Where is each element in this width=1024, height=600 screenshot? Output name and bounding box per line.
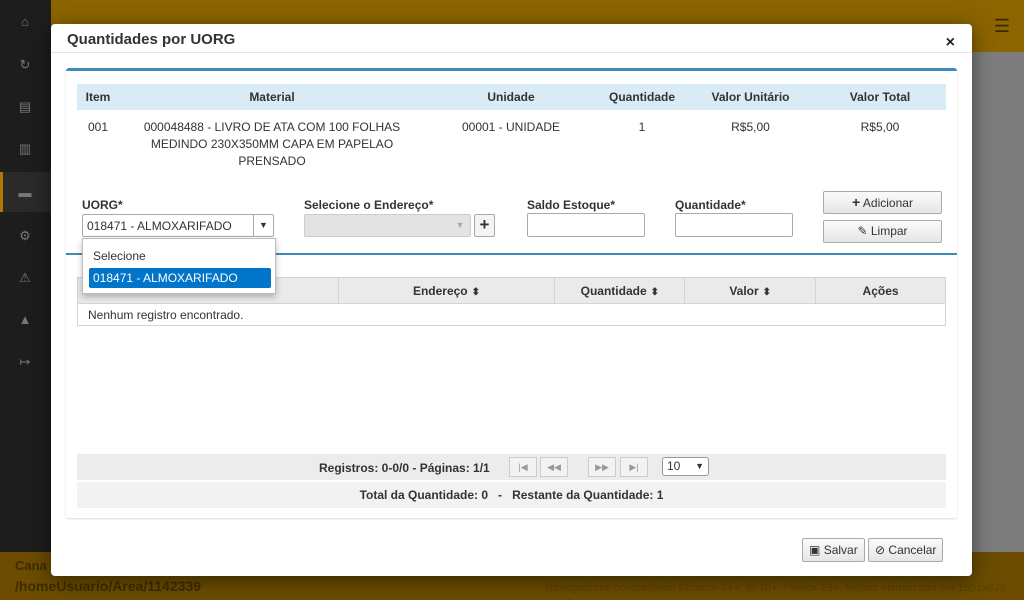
graduation-icon[interactable]: ▲ xyxy=(17,312,33,328)
app-sidebar: ⌂ ↻ ▤ ▥ ▬ ⚙ ⚠ ▲ ↦ xyxy=(0,0,51,600)
footer-title: Cana xyxy=(15,558,47,573)
grid-header-quantidade-label: Quantidade xyxy=(580,283,647,298)
refresh-icon[interactable]: ↻ xyxy=(17,57,33,73)
cell-quantidade: 1 xyxy=(638,120,646,134)
cell-valor-total: R$5,00 xyxy=(860,120,900,134)
eraser-icon: ✎ xyxy=(857,224,868,238)
uorg-select[interactable]: 018471 - ALMOXARIFADO ▼ xyxy=(82,214,274,237)
restante-quantidade: Restante da Quantidade: 1 xyxy=(512,488,664,502)
footer-compat-text: Navegadores compatíveis: Chrome 34+, IE … xyxy=(545,582,1006,594)
col-header-unidade: Unidade xyxy=(425,84,597,110)
last-page-icon[interactable]: ▶| xyxy=(620,457,648,477)
adicionar-button[interactable]: + Adicionar xyxy=(823,191,942,214)
modal-title: Quantidades por UORG xyxy=(67,31,236,48)
first-page-icon[interactable]: |◀ xyxy=(509,457,537,477)
modal-header: Quantidades por UORG × xyxy=(51,24,972,53)
uorg-label: UORG* xyxy=(82,198,123,212)
col-header-item: Item xyxy=(77,84,119,110)
sort-icon[interactable]: ⬍ xyxy=(763,287,771,298)
paginator: Registros: 0-0/0 - Páginas: 1/1 |◀ ◀◀ ▶▶… xyxy=(77,454,946,480)
limpar-button[interactable]: ✎ Limpar xyxy=(823,220,942,243)
endereco-select[interactable]: ▼ xyxy=(304,214,471,237)
quantidade-label: Quantidade* xyxy=(675,198,746,212)
grid-header-endereco-label: Endereço xyxy=(412,283,468,298)
grid-header-endereco[interactable]: Endereço ⬍ xyxy=(337,277,556,304)
items-table: Item Material Unidade Quantidade Valor U… xyxy=(77,84,946,170)
salvar-label: Salvar xyxy=(823,543,858,557)
chevron-down-icon: ▼ xyxy=(455,220,465,230)
totals-separator: - xyxy=(498,488,503,502)
save-icon: ▣ xyxy=(809,543,821,557)
grid-header-acoes: Ações xyxy=(815,277,946,304)
grid-header-valor[interactable]: Valor ⬍ xyxy=(684,277,817,304)
adicionar-label: Adicionar xyxy=(862,196,913,210)
warning-icon[interactable]: ⚠ xyxy=(17,270,33,286)
col-header-valor-unitario: Valor Unitário xyxy=(687,84,814,110)
uorg-dropdown: Selecione 018471 - ALMOXARIFADO xyxy=(82,238,276,294)
endereco-label: Selecione o Endereço* xyxy=(304,198,434,212)
table-row: 001 000048488 - LIVRO DE ATA COM 100 FOL… xyxy=(77,110,946,170)
cancelar-label: Cancelar xyxy=(888,543,937,557)
rows-per-page-value: 10 xyxy=(667,459,681,473)
totals-bar: Total da Quantidade: 0 - Restante da Qua… xyxy=(77,482,946,508)
footer-path: /homeUsuario/Area/1142339 xyxy=(15,578,201,594)
col-header-quantidade: Quantidade xyxy=(597,84,687,110)
barcode-icon[interactable]: ▥ xyxy=(17,141,33,157)
logout-icon[interactable]: ↦ xyxy=(17,354,33,370)
archive-icon[interactable]: ▬ xyxy=(17,185,33,201)
cogs-icon[interactable]: ⚙ xyxy=(17,228,33,244)
menu-icon[interactable]: ☰ xyxy=(994,16,1010,37)
saldo-input[interactable] xyxy=(527,213,645,237)
sort-icon[interactable]: ⬍ xyxy=(472,287,480,298)
limpar-label: Limpar xyxy=(870,224,908,238)
prev-page-icon[interactable]: ◀◀ xyxy=(540,457,568,477)
col-header-valor-total: Valor Total xyxy=(814,84,946,110)
col-header-material: Material xyxy=(119,84,425,110)
chevron-down-icon[interactable]: ▼ xyxy=(253,215,273,236)
rows-per-page-select[interactable]: 10 ▼ xyxy=(662,457,709,476)
cell-material: 000048488 - LIVRO DE ATA COM 100 FOLHAS … xyxy=(143,120,401,168)
ban-icon: ⊘ xyxy=(875,543,886,557)
uorg-select-value: 018471 - ALMOXARIFADO xyxy=(87,219,232,233)
plus-icon: + xyxy=(852,194,861,210)
salvar-button[interactable]: ▣ Salvar xyxy=(802,538,865,562)
empty-message: Nenhum registro encontrado. xyxy=(77,303,946,326)
grid-header-quantidade[interactable]: Quantidade ⬍ xyxy=(554,277,686,304)
cell-item: 001 xyxy=(87,120,109,134)
add-endereco-button[interactable]: + xyxy=(474,214,495,237)
document-icon[interactable]: ▤ xyxy=(17,99,33,115)
quantidades-modal: Quantidades por UORG × Item Material Uni… xyxy=(51,24,972,576)
cell-valor-unitario: R$5,00 xyxy=(731,120,770,134)
total-quantidade: Total da Quantidade: 0 xyxy=(359,488,489,502)
cancelar-button[interactable]: ⊘ Cancelar xyxy=(868,538,944,562)
sort-icon[interactable]: ⬍ xyxy=(651,287,659,298)
next-page-icon[interactable]: ▶▶ xyxy=(588,457,616,477)
home-icon[interactable]: ⌂ xyxy=(17,14,33,30)
chevron-down-icon: ▼ xyxy=(695,461,704,471)
saldo-label: Saldo Estoque* xyxy=(527,198,616,212)
pager-info: Registros: 0-0/0 - Páginas: 1/1 xyxy=(319,461,490,475)
dropdown-option-selected[interactable]: 018471 - ALMOXARIFADO xyxy=(89,268,271,288)
cell-unidade: 00001 - UNIDADE xyxy=(461,120,561,134)
dropdown-option[interactable]: Selecione xyxy=(89,246,271,266)
table-row: Nenhum registro encontrado. xyxy=(77,303,946,326)
grid-header-valor-label: Valor xyxy=(729,283,759,298)
quantidade-input[interactable] xyxy=(675,213,793,237)
close-icon[interactable]: × xyxy=(946,34,955,52)
